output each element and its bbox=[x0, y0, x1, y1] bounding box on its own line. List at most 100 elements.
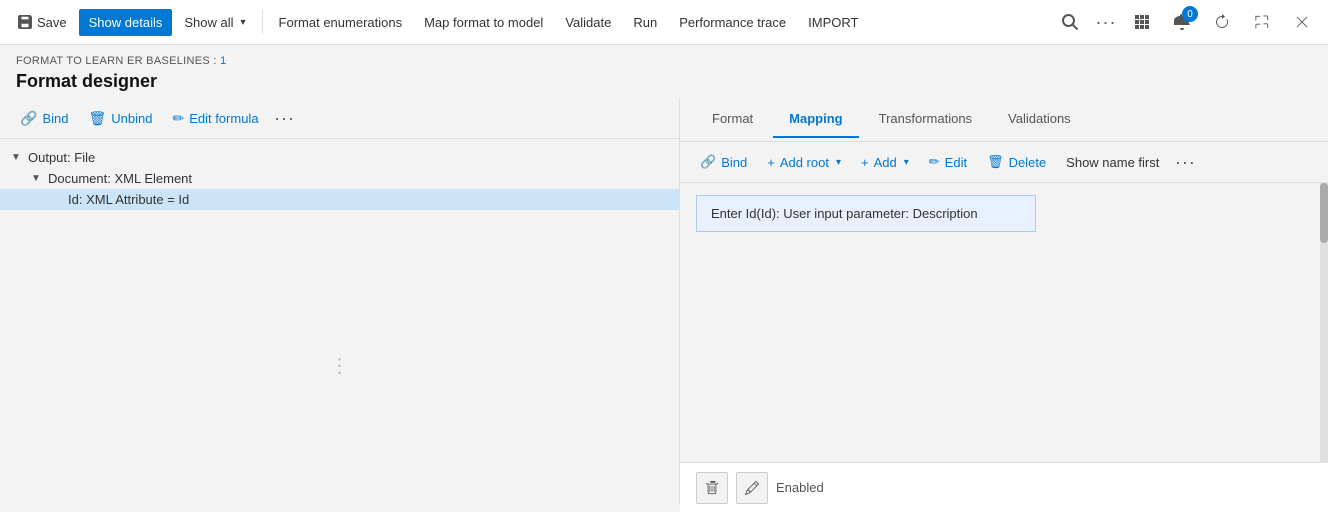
save-button[interactable]: Save bbox=[8, 9, 77, 36]
validate-button[interactable]: Validate bbox=[555, 9, 621, 36]
delete-bottom-button[interactable] bbox=[696, 472, 728, 504]
show-all-button[interactable]: Show all ▾ bbox=[174, 9, 255, 36]
tree-item-selected[interactable]: Id: XML Attribute = Id bbox=[0, 189, 679, 210]
add-root-button[interactable]: + Add root ▾ bbox=[759, 150, 849, 175]
mapping-description-text: Enter Id(Id): User input parameter: Desc… bbox=[711, 206, 978, 221]
pencil-icon bbox=[745, 481, 759, 495]
refresh-icon bbox=[1214, 14, 1230, 30]
show-all-label: Show all bbox=[184, 15, 233, 30]
show-details-label: Show details bbox=[89, 15, 163, 30]
drag-handle[interactable]: ⋮ bbox=[330, 353, 350, 378]
left-panel: 🔗 Bind 🗑 Unbind ✏ Edit formula ··· ▼ Out… bbox=[0, 98, 680, 503]
grid-icon bbox=[1134, 14, 1150, 30]
tab-format[interactable]: Format bbox=[696, 101, 769, 138]
main-content: 🔗 Bind 🗑 Unbind ✏ Edit formula ··· ▼ Out… bbox=[0, 98, 1328, 503]
close-button[interactable] bbox=[1284, 4, 1320, 40]
add-button[interactable]: + Add ▾ bbox=[853, 150, 917, 175]
edit-formula-label: Edit formula bbox=[189, 111, 258, 126]
unbind-label: Unbind bbox=[111, 111, 152, 126]
right-more-options-button[interactable]: ··· bbox=[1171, 148, 1199, 176]
run-label: Run bbox=[633, 15, 657, 30]
chevron-down-icon: ▾ bbox=[904, 157, 909, 168]
map-format-to-model-label: Map format to model bbox=[424, 15, 543, 30]
close-icon bbox=[1295, 15, 1309, 29]
run-button[interactable]: Run bbox=[623, 9, 667, 36]
trash-icon bbox=[705, 481, 719, 495]
left-toolbar: 🔗 Bind 🗑 Unbind ✏ Edit formula ··· bbox=[0, 98, 679, 139]
tree-item[interactable]: ▼ Output: File bbox=[0, 147, 679, 168]
search-icon bbox=[1062, 14, 1078, 30]
delete-button[interactable]: 🗑 Delete bbox=[979, 149, 1054, 175]
scrollbar-thumb[interactable] bbox=[1320, 183, 1328, 243]
edit-button[interactable]: ✏ Edit bbox=[921, 149, 975, 175]
add-label: Add bbox=[874, 155, 897, 170]
separator-1 bbox=[262, 10, 263, 34]
validate-label: Validate bbox=[565, 15, 611, 30]
right-bind-label: Bind bbox=[721, 155, 747, 170]
tab-transformations[interactable]: Transformations bbox=[863, 101, 988, 138]
unbind-button[interactable]: 🗑 Unbind bbox=[80, 105, 160, 132]
right-scrollbar[interactable] bbox=[1320, 183, 1328, 503]
more-options-button[interactable]: ··· bbox=[1092, 8, 1120, 36]
link-icon: 🔗 bbox=[20, 110, 37, 127]
breadcrumb-link[interactable]: 1 bbox=[220, 55, 226, 67]
format-enumerations-button[interactable]: Format enumerations bbox=[269, 9, 413, 36]
edit-bottom-button[interactable] bbox=[736, 472, 768, 504]
tab-validations[interactable]: Validations bbox=[992, 101, 1087, 138]
breadcrumb: FORMAT TO LEARN ER BASELINES : 1 bbox=[16, 55, 1312, 67]
pencil-icon: ✏ bbox=[172, 110, 184, 127]
refresh-button[interactable] bbox=[1204, 4, 1240, 40]
edit-formula-button[interactable]: ✏ Edit formula bbox=[164, 105, 266, 132]
unlink-icon: 🗑 bbox=[88, 110, 106, 127]
search-button[interactable] bbox=[1052, 4, 1088, 40]
status-label: Enabled bbox=[776, 480, 824, 495]
chevron-down-icon: ▾ bbox=[836, 157, 841, 168]
add-icon: + bbox=[767, 155, 775, 170]
toggle-icon: ▼ bbox=[28, 173, 44, 184]
right-content: Enter Id(Id): User input parameter: Desc… bbox=[680, 183, 1328, 503]
breadcrumb-text: FORMAT TO LEARN ER BASELINES bbox=[16, 55, 210, 67]
toolbar-right-section: ··· 0 bbox=[1052, 4, 1320, 40]
toggle-icon: ▼ bbox=[8, 152, 24, 163]
maximize-button[interactable] bbox=[1244, 4, 1280, 40]
edit-label: Edit bbox=[945, 155, 967, 170]
right-bind-button[interactable]: 🔗 Bind bbox=[692, 149, 755, 175]
toggle-icon bbox=[48, 194, 64, 205]
format-enumerations-label: Format enumerations bbox=[279, 15, 403, 30]
performance-trace-button[interactable]: Performance trace bbox=[669, 9, 796, 36]
trash-icon: 🗑 bbox=[987, 154, 1004, 170]
left-more-options-button[interactable]: ··· bbox=[271, 104, 299, 132]
right-toolbar: 🔗 Bind + Add root ▾ + Add ▾ ✏ Edit 🗑 Del… bbox=[680, 142, 1328, 183]
notification-count: 0 bbox=[1182, 6, 1198, 22]
tree-item-label: Document: XML Element bbox=[48, 171, 192, 186]
plus-icon: + bbox=[861, 155, 869, 170]
right-panel: Format Mapping Transformations Validatio… bbox=[680, 98, 1328, 503]
bind-button[interactable]: 🔗 Bind bbox=[12, 105, 76, 132]
tree-item-label: Output: File bbox=[28, 150, 95, 165]
page-header: FORMAT TO LEARN ER BASELINES : 1 Format … bbox=[0, 45, 1328, 98]
chevron-down-icon: ▾ bbox=[241, 17, 246, 28]
import-label: IMPORT bbox=[808, 15, 858, 30]
pencil-icon: ✏ bbox=[929, 154, 940, 170]
page-title: Format designer bbox=[16, 71, 1312, 92]
tree-item[interactable]: ▼ Document: XML Element bbox=[0, 168, 679, 189]
link-icon: 🔗 bbox=[700, 154, 716, 170]
bind-label: Bind bbox=[42, 111, 68, 126]
show-name-first-label: Show name first bbox=[1066, 155, 1159, 170]
bottom-bar: Enabled bbox=[680, 462, 1328, 512]
tab-mapping[interactable]: Mapping bbox=[773, 101, 858, 138]
maximize-icon bbox=[1255, 15, 1269, 29]
grid-button[interactable] bbox=[1124, 4, 1160, 40]
import-button[interactable]: IMPORT bbox=[798, 9, 868, 36]
map-format-to-model-button[interactable]: Map format to model bbox=[414, 9, 553, 36]
show-name-first-button[interactable]: Show name first bbox=[1058, 150, 1167, 175]
notification-button[interactable]: 0 bbox=[1164, 4, 1200, 40]
delete-label: Delete bbox=[1009, 155, 1047, 170]
tabs-bar: Format Mapping Transformations Validatio… bbox=[680, 98, 1328, 142]
save-label: Save bbox=[37, 15, 67, 30]
add-root-label: Add root bbox=[780, 155, 829, 170]
tree-item-label: Id: XML Attribute = Id bbox=[68, 192, 189, 207]
tree-area: ▼ Output: File ▼ Document: XML Element I… bbox=[0, 139, 679, 503]
mapping-description-box: Enter Id(Id): User input parameter: Desc… bbox=[696, 195, 1036, 232]
show-details-button[interactable]: Show details bbox=[79, 9, 173, 36]
